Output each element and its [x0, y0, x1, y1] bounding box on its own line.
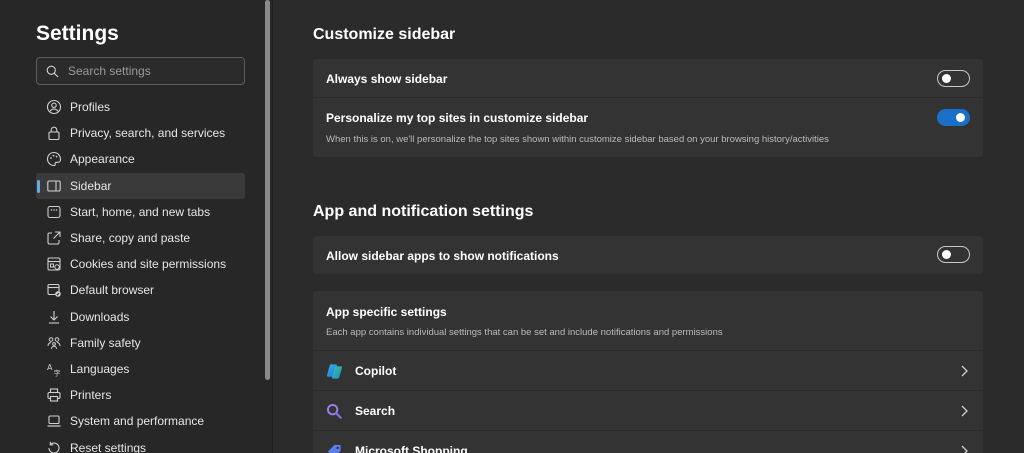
settings-title: Settings	[36, 22, 119, 45]
always-show-toggle[interactable]	[937, 70, 970, 87]
person-icon	[46, 99, 62, 115]
toggle-knob	[956, 113, 965, 122]
svg-text:字: 字	[54, 368, 61, 377]
allow-notifications-toggle[interactable]	[937, 246, 970, 263]
copilot-icon	[326, 364, 343, 379]
sidebar-item-label: Default browser	[70, 283, 155, 298]
app-row-search[interactable]: Search	[313, 390, 983, 430]
sidebar-item-start-home[interactable]: Start, home, and new tabs	[36, 199, 245, 225]
svg-text:A: A	[47, 363, 53, 372]
app-row-copilot[interactable]: Copilot	[313, 350, 983, 390]
sidebar-item-label: Share, copy and paste	[70, 231, 191, 246]
laptop-icon	[46, 413, 62, 429]
personalize-description: When this is on, we'll personalize the t…	[326, 134, 829, 145]
sidebar-item-cookies[interactable]: Cookies and site permissions	[36, 251, 245, 277]
sidebar-item-sidebar[interactable]: Sidebar	[36, 172, 245, 199]
printer-icon	[46, 387, 62, 403]
chevron-right-icon	[961, 445, 968, 453]
sidebar-item-privacy[interactable]: Privacy, search, and services	[36, 120, 245, 146]
nav-list: Profiles Privacy, search, and services A…	[36, 94, 245, 453]
sidebar-item-appearance[interactable]: Appearance	[36, 146, 245, 172]
sidebar-item-label: Family safety	[70, 335, 141, 350]
allow-notifications-label: Allow sidebar apps to show notifications	[326, 249, 559, 263]
allow-notifications-row: Allow sidebar apps to show notifications	[313, 236, 983, 274]
personalize-label: Personalize my top sites in customize si…	[326, 111, 589, 125]
sidebar-item-label: Profiles	[70, 100, 111, 115]
sidebar-item-share[interactable]: Share, copy and paste	[36, 225, 245, 251]
shopping-tag-icon	[327, 444, 341, 453]
sidebar-item-system[interactable]: System and performance	[36, 408, 245, 434]
sidebar-icon	[46, 178, 62, 194]
app-specific-card: App specific settings Each app contains …	[313, 291, 983, 453]
download-icon	[46, 309, 62, 325]
sidebar-item-downloads[interactable]: Downloads	[36, 304, 245, 330]
customize-sidebar-heading: Customize sidebar	[313, 26, 456, 43]
languages-icon: A字	[46, 361, 62, 377]
sidebar-item-profiles[interactable]: Profiles	[36, 94, 245, 120]
sidebar-item-printers[interactable]: Printers	[36, 382, 245, 408]
share-icon	[46, 230, 62, 246]
always-show-row: Always show sidebar	[313, 59, 983, 98]
app-label: Copilot	[355, 364, 397, 378]
always-show-label: Always show sidebar	[326, 72, 448, 86]
personalize-toggle[interactable]	[937, 109, 970, 126]
sidebar-item-default-browser[interactable]: Default browser	[36, 277, 245, 303]
sidebar-item-label: Appearance	[70, 152, 135, 167]
app-notification-heading: App and notification settings	[313, 203, 534, 220]
sidebar-item-label: System and performance	[70, 414, 205, 429]
family-icon	[46, 335, 62, 351]
app-label: Search	[355, 404, 396, 418]
customize-sidebar-card: Always show sidebar Personalize my top s…	[313, 59, 983, 157]
lock-icon	[46, 125, 62, 141]
palette-icon	[46, 151, 62, 167]
sidebar-item-label: Sidebar	[70, 178, 112, 193]
sidebar-item-label: Downloads	[70, 309, 130, 324]
chevron-right-icon	[961, 405, 968, 417]
sidebar-item-label: Languages	[70, 361, 130, 376]
sidebar-item-label: Printers	[70, 388, 112, 403]
sidebar-item-languages[interactable]: A字 Languages	[36, 356, 245, 382]
main-content: Customize sidebar Always show sidebar Pe…	[273, 0, 1024, 453]
sidebar-item-family-safety[interactable]: Family safety	[36, 330, 245, 356]
search-input[interactable]	[68, 64, 228, 78]
settings-sidebar: Settings Profiles Privacy, search, and s…	[0, 0, 272, 453]
app-specific-header: App specific settings Each app contains …	[313, 291, 983, 350]
sidebar-scrollbar[interactable]	[265, 0, 270, 380]
sidebar-item-label: Reset settings	[70, 440, 147, 453]
sidebar-item-label: Start, home, and new tabs	[70, 204, 211, 219]
app-specific-title: App specific settings	[326, 305, 447, 319]
toggle-knob	[942, 74, 951, 83]
app-label: Microsoft Shopping	[355, 444, 468, 453]
notifications-card: Allow sidebar apps to show notifications	[313, 236, 983, 274]
search-box[interactable]	[36, 57, 245, 85]
sidebar-item-reset[interactable]: Reset settings	[36, 434, 245, 453]
toggle-knob	[942, 250, 951, 259]
default-browser-icon	[46, 282, 62, 298]
app-specific-description: Each app contains individual settings th…	[326, 327, 723, 338]
home-tabs-icon	[46, 204, 62, 220]
sidebar-item-label: Privacy, search, and services	[70, 126, 226, 141]
reset-icon	[46, 440, 62, 453]
sidebar-item-label: Cookies and site permissions	[70, 257, 227, 272]
cookie-permissions-icon	[46, 256, 62, 272]
app-row-microsoft-shopping[interactable]: Microsoft Shopping	[313, 430, 983, 453]
search-icon	[46, 65, 59, 77]
search-magnifier-icon	[326, 403, 342, 419]
personalize-row: Personalize my top sites in customize si…	[313, 98, 983, 157]
chevron-right-icon	[961, 365, 968, 377]
